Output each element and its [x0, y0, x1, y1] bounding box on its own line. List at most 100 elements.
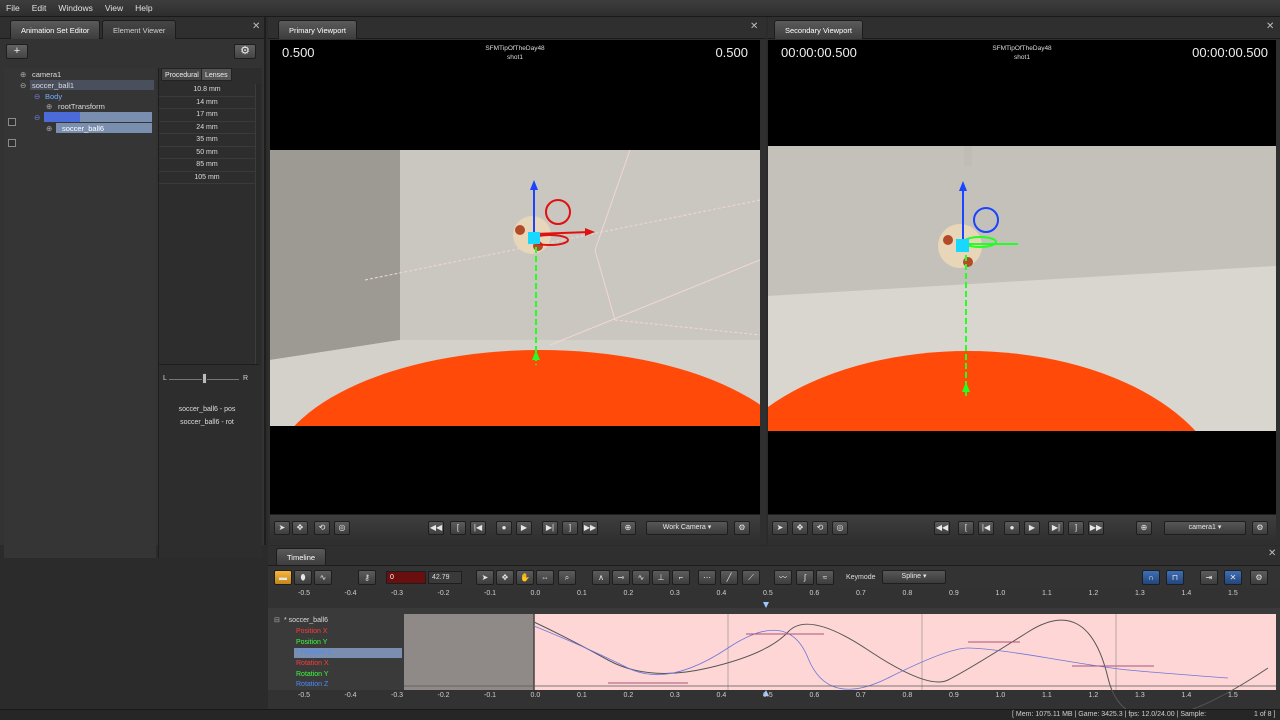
close-icon[interactable]: ✕: [252, 21, 260, 32]
primary-viewport[interactable]: 0.500 SFMTipOfTheDay48 shot1 0.500: [270, 40, 760, 514]
curve-view-icon[interactable]: 〰: [774, 570, 792, 585]
lens-option[interactable]: 14 mm: [159, 97, 255, 109]
tree-item-group[interactable]: Body: [45, 92, 62, 102]
tangent-step-icon[interactable]: ⊥: [652, 570, 670, 585]
tree-item-selected[interactable]: soccer_ball6: [62, 124, 104, 134]
record-icon[interactable]: ●: [496, 521, 512, 535]
close-icon[interactable]: ✕: [1266, 21, 1274, 32]
expand-icon[interactable]: ⊕: [20, 70, 26, 80]
lens-scrollbar[interactable]: [255, 84, 261, 364]
gear-icon[interactable]: ⚙: [1250, 570, 1268, 585]
scene-render[interactable]: [768, 146, 1276, 431]
orbit-tool-icon[interactable]: ◎: [334, 521, 350, 535]
tab-primary-viewport[interactable]: Primary Viewport: [278, 20, 357, 39]
collapse-icon[interactable]: ⊖: [20, 81, 26, 91]
lens-option[interactable]: 24 mm: [159, 122, 255, 134]
gear-icon[interactable]: ⚙: [734, 521, 750, 535]
select-tool-icon[interactable]: ➤: [274, 521, 290, 535]
rewind-icon[interactable]: ◀◀: [428, 521, 444, 535]
motion-editor-icon[interactable]: ⬮: [294, 570, 312, 585]
lens-option[interactable]: 50 mm: [159, 147, 255, 159]
record-icon[interactable]: ●: [1004, 521, 1020, 535]
balance-slider-handle[interactable]: [202, 373, 207, 384]
visibility-checkbox[interactable]: [8, 118, 16, 126]
tree-item-set[interactable]: soccer_ball1: [32, 81, 74, 91]
close-icon[interactable]: ✕: [750, 21, 758, 32]
add-button[interactable]: +: [6, 44, 28, 59]
gear-icon[interactable]: ⚙: [234, 44, 256, 59]
tab-element-viewer[interactable]: Element Viewer: [102, 20, 177, 39]
gear-icon[interactable]: ⚙: [1252, 521, 1268, 535]
camera-target-icon[interactable]: ⊕: [1136, 521, 1152, 535]
menu-help[interactable]: Help: [135, 3, 152, 13]
camera-target-icon[interactable]: ⊕: [620, 521, 636, 535]
scene-render[interactable]: [270, 150, 760, 426]
channel-item[interactable]: soccer_ball6 - pos: [159, 404, 255, 417]
lock-icon[interactable]: ⊓: [1166, 570, 1184, 585]
tab-timeline[interactable]: Timeline: [276, 548, 327, 565]
camera-dropdown[interactable]: Work Camera ▾: [646, 521, 728, 535]
end-bracket-icon[interactable]: ]: [562, 521, 578, 535]
channel-position-x[interactable]: Position X: [296, 628, 328, 635]
menu-view[interactable]: View: [105, 3, 123, 13]
lens-option[interactable]: 105 mm: [159, 172, 255, 184]
collapse-icon[interactable]: ⊖: [34, 92, 40, 102]
start-bracket-icon[interactable]: [: [450, 521, 466, 535]
tree-item-group-2[interactable]: [44, 112, 80, 122]
close-icon[interactable]: ✕: [1268, 548, 1276, 559]
start-bracket-icon[interactable]: [: [958, 521, 974, 535]
lens-option[interactable]: 35 mm: [159, 134, 255, 147]
clip-editor-icon[interactable]: ▬: [274, 570, 292, 585]
fast-forward-icon[interactable]: ▶▶: [1088, 521, 1104, 535]
tangent-auto-icon[interactable]: ∧: [592, 570, 610, 585]
tangent-broken-icon[interactable]: ⌐: [672, 570, 690, 585]
mute-icon[interactable]: ✕: [1224, 570, 1242, 585]
fast-forward-icon[interactable]: ▶▶: [582, 521, 598, 535]
channel-rotation-x[interactable]: Rotation X: [296, 660, 329, 667]
tab-animation-set-editor[interactable]: Animation Set Editor: [10, 20, 101, 39]
rewind-icon[interactable]: ◀◀: [934, 521, 950, 535]
curve-snap-icon[interactable]: ∫: [796, 570, 814, 585]
pan-tool-icon[interactable]: ✋: [516, 570, 534, 585]
play-icon[interactable]: ▶: [516, 521, 532, 535]
camera-dropdown[interactable]: camera1 ▾: [1164, 521, 1246, 535]
tab-lenses[interactable]: Lenses: [201, 68, 232, 81]
channel-rotation-y[interactable]: Rotation Y: [296, 671, 329, 678]
key-tool-icon[interactable]: ⚷: [358, 570, 376, 585]
select-tool-icon[interactable]: ➤: [772, 521, 788, 535]
collapse-icon[interactable]: ⊖: [34, 113, 40, 123]
tangent-linear-icon[interactable]: ⋯: [698, 570, 716, 585]
expand-icon[interactable]: ⊕: [46, 102, 52, 112]
prev-frame-icon[interactable]: |◀: [978, 521, 994, 535]
collapse-icon[interactable]: ⊟: [274, 616, 280, 624]
play-icon[interactable]: ▶: [1024, 521, 1040, 535]
frame-field[interactable]: 0: [386, 571, 426, 584]
prev-frame-icon[interactable]: |◀: [470, 521, 486, 535]
channel-position-y[interactable]: Position Y: [296, 639, 327, 646]
channel-position-z[interactable]: * Position Z: [296, 649, 332, 656]
orbit-tool-icon[interactable]: ◎: [832, 521, 848, 535]
end-bracket-icon[interactable]: ]: [1068, 521, 1084, 535]
visibility-checkbox[interactable]: [8, 139, 16, 147]
tangent-smooth-icon[interactable]: ⟋: [742, 570, 760, 585]
keymode-dropdown[interactable]: Spline ▾: [882, 570, 946, 584]
menu-windows[interactable]: Windows: [58, 3, 92, 13]
move-tool-icon[interactable]: ✥: [496, 570, 514, 585]
menu-file[interactable]: File: [6, 3, 20, 13]
select-tool-icon[interactable]: ➤: [476, 570, 494, 585]
move-tool-icon[interactable]: ✥: [292, 521, 308, 535]
tangent-slope-icon[interactable]: ╱: [720, 570, 738, 585]
tab-secondary-viewport[interactable]: Secondary Viewport: [774, 20, 863, 39]
lens-option[interactable]: 17 mm: [159, 109, 255, 122]
rotate-tool-icon[interactable]: ⟲: [812, 521, 828, 535]
snap-frame-icon[interactable]: ⇥: [1200, 570, 1218, 585]
next-frame-icon[interactable]: ▶|: [542, 521, 558, 535]
zoom-tool-icon[interactable]: ⌕: [558, 570, 576, 585]
magnet-icon[interactable]: ∩: [1142, 570, 1160, 585]
tree-item-root[interactable]: rootTransform: [58, 102, 105, 112]
tab-procedural[interactable]: Procedural: [161, 68, 203, 81]
lens-option[interactable]: 10.8 mm: [159, 84, 255, 97]
lens-option[interactable]: 85 mm: [159, 159, 255, 172]
move-tool-icon[interactable]: ✥: [792, 521, 808, 535]
channel-rotation-z[interactable]: Rotation Z: [296, 681, 328, 688]
